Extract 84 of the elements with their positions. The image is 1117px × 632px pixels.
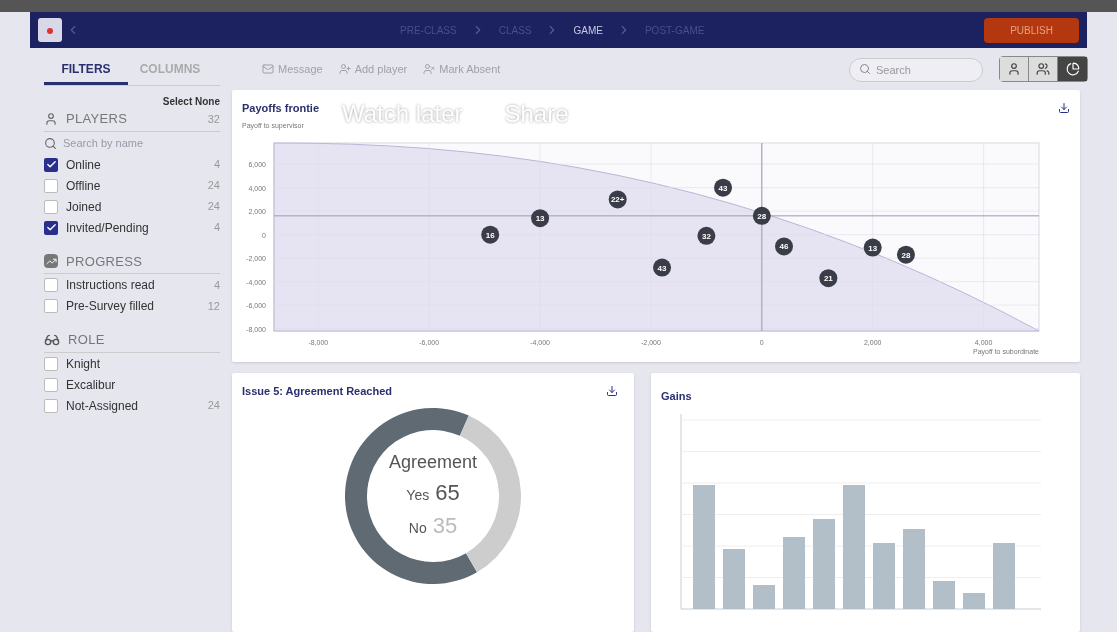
toolbar-action[interactable]: Mark Absent [423, 60, 501, 78]
donut-title: Agreement [388, 451, 478, 474]
player-bubble[interactable] [697, 226, 716, 245]
player-bubble[interactable] [752, 206, 771, 225]
add-person-icon [338, 63, 351, 75]
select-none-link[interactable]: Select None [162, 94, 220, 109]
donut-category: No [408, 519, 427, 538]
search-icon [44, 137, 57, 150]
envelope-icon [262, 63, 274, 75]
filter-label: Invited/Pending [66, 219, 149, 237]
filter-label: Online [66, 156, 101, 174]
checkbox[interactable] [44, 377, 58, 392]
player-bubble[interactable] [653, 258, 672, 277]
search-field[interactable]: Search [849, 57, 983, 82]
player-bubble[interactable] [714, 178, 732, 197]
people-icon [1036, 62, 1050, 76]
filter-count: 24 [207, 199, 220, 215]
checkbox[interactable] [44, 356, 58, 371]
bubble-label: 43 [718, 183, 728, 193]
chart-icon [44, 254, 58, 269]
bubble-label: 22+ [610, 195, 625, 205]
bubble-label: 28 [901, 250, 911, 260]
player-bubble[interactable] [896, 245, 915, 264]
player-bubble[interactable] [819, 269, 838, 288]
group-count: 32 [207, 111, 220, 127]
player-bubble[interactable] [775, 237, 793, 256]
card-title: Gains [661, 390, 692, 402]
checkbox[interactable] [44, 178, 58, 193]
publish-button[interactable]: PUBLISH [984, 17, 1079, 43]
donut-value: 35 [432, 512, 458, 540]
sidebar-tab[interactable]: COLUMNS [128, 56, 212, 85]
bubble-label: 32 [701, 231, 711, 241]
checkbox[interactable] [44, 398, 58, 413]
filter-count: 4 [213, 220, 220, 236]
person-icon [1007, 62, 1021, 76]
filter-count: 12 [207, 298, 220, 314]
donut-category: Yes [406, 486, 430, 505]
filter-label: Joined [66, 198, 102, 216]
download-icon[interactable] [1058, 102, 1070, 115]
donut-value: 65 [435, 479, 460, 507]
filter-label: Knight [66, 355, 101, 373]
bubble-label: 13 [868, 243, 878, 253]
view-toggle[interactable] [1029, 57, 1058, 81]
filter-label: Not-Assigned [66, 397, 139, 415]
player-bubble[interactable] [608, 190, 627, 209]
bubble-label: 43 [657, 263, 667, 273]
bubble-label: 21 [823, 274, 833, 284]
filter-label: Pre-Survey filled [66, 298, 155, 315]
checkbox[interactable] [44, 157, 58, 172]
bubble-label: 13 [535, 214, 545, 224]
checkbox[interactable] [44, 220, 58, 235]
toolbar-action[interactable]: Message [262, 60, 323, 78]
pie-chart-icon [1065, 62, 1080, 76]
toolbar-action[interactable]: Add player [338, 60, 408, 78]
view-toggle[interactable] [1000, 57, 1029, 81]
filter-label: Offline [66, 177, 101, 195]
person-cross-icon [423, 63, 436, 75]
group-title: PROGRESS [66, 252, 143, 271]
filter-count: 4 [213, 277, 220, 293]
group-title: ROLE [68, 331, 105, 349]
filter-count: 24 [207, 398, 220, 414]
view-toggle[interactable] [1058, 57, 1087, 81]
bubble-label: 28 [757, 211, 767, 221]
player-bubble[interactable] [863, 238, 882, 257]
player-bubble[interactable] [531, 209, 550, 228]
filter-label: Excalibur [66, 376, 116, 394]
card-title: Issue 5: Agreement Reached [242, 384, 392, 399]
checkbox[interactable] [44, 199, 58, 214]
filter-count: 24 [207, 178, 220, 194]
bubble-label: 46 [779, 242, 789, 252]
checkbox[interactable] [44, 299, 58, 313]
step-link[interactable]: GAME [573, 22, 603, 38]
player-bubble[interactable] [481, 225, 500, 244]
bubble-label: 16 [485, 230, 495, 240]
name-search-field[interactable]: Search by name [63, 135, 213, 152]
logo-icon[interactable] [38, 18, 62, 42]
download-icon[interactable] [606, 385, 618, 398]
group-title: PLAYERS [66, 110, 128, 128]
person-icon [44, 111, 58, 126]
card-title: Payoffs frontie [242, 101, 319, 116]
filter-label: Instructions read [66, 277, 155, 294]
sidebar-tab[interactable]: FILTERS [44, 56, 128, 85]
checkbox[interactable] [44, 278, 58, 292]
filter-count: 4 [213, 157, 220, 173]
